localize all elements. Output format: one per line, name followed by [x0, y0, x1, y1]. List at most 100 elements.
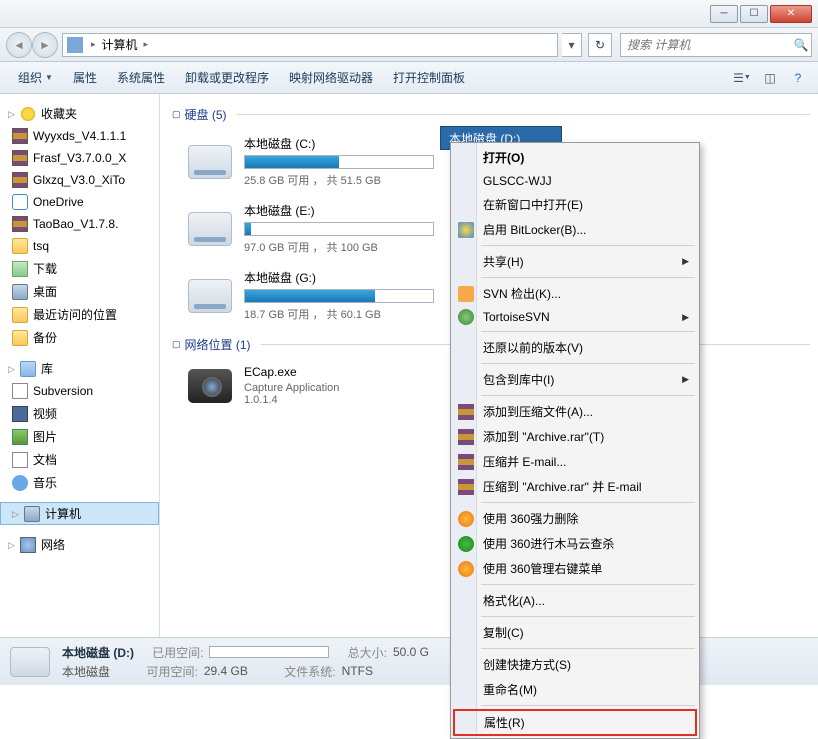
ctx-zip-email[interactable]: 压缩并 E-mail... [453, 449, 697, 474]
archive-icon [12, 172, 28, 188]
tree-item[interactable]: 音乐 [0, 471, 159, 494]
ctx-new-window[interactable]: 在新窗口中打开(E) [453, 192, 697, 217]
ctx-include-library[interactable]: 包含到库中(I)▶ [453, 367, 697, 392]
address-dropdown[interactable]: ▾ [562, 33, 582, 57]
status-total-value: 50.0 G [393, 645, 429, 659]
tree-item[interactable]: 桌面 [0, 280, 159, 303]
tree-computer[interactable]: ▷计算机 [0, 502, 159, 525]
ctx-bitlocker[interactable]: 启用 BitLocker(B)... [453, 217, 697, 242]
minimize-button[interactable]: ─ [710, 5, 738, 23]
tree-favorites[interactable]: ▷收藏夹 [0, 102, 159, 125]
system-properties-button[interactable]: 系统属性 [107, 65, 175, 90]
ctx-svn-checkout[interactable]: SVN 检出(K)... [453, 281, 697, 306]
tree-item[interactable]: 图片 [0, 425, 159, 448]
ctx-add-archive-rar[interactable]: 添加到 "Archive.rar"(T) [453, 424, 697, 449]
drive-title: 本地磁盘 (G:) [244, 269, 434, 286]
tree-item[interactable]: Wyyxds_V4.1.1.1 [0, 125, 159, 147]
tree-item[interactable]: 下载 [0, 257, 159, 280]
navigation-bar: ◄ ► ▸ 计算机 ▸ ▾ ↻ 🔍 [0, 28, 818, 62]
chevron-right-icon[interactable]: ▸ [140, 39, 153, 50]
status-avail-value: 29.4 GB [204, 664, 248, 678]
back-button[interactable]: ◄ [6, 32, 32, 58]
ctx-create-shortcut[interactable]: 创建快捷方式(S) [453, 652, 697, 677]
preview-pane-icon[interactable]: ◫ [758, 66, 782, 90]
map-network-drive-button[interactable]: 映射网络驱动器 [279, 65, 383, 90]
maximize-button[interactable]: ☐ [740, 5, 768, 23]
ctx-properties[interactable]: 属性(R) [453, 709, 697, 736]
tree-item[interactable]: 备份 [0, 326, 159, 349]
search-icon[interactable]: 🔍 [791, 38, 811, 52]
address-bar[interactable]: ▸ 计算机 ▸ [62, 33, 558, 57]
ctx-360-scan[interactable]: 使用 360进行木马云查杀 [453, 531, 697, 556]
status-total-label: 总大小: [348, 644, 387, 661]
close-button[interactable]: ✕ [770, 5, 812, 23]
camera-icon [188, 369, 232, 403]
refresh-button[interactable]: ↻ [588, 33, 612, 57]
archive-icon [458, 429, 474, 445]
item-version: 1.0.1.4 [244, 394, 434, 406]
tree-item[interactable]: 最近访问的位置 [0, 303, 159, 326]
ctx-360-delete[interactable]: 使用 360强力删除 [453, 506, 697, 531]
item-subtitle: Capture Application [244, 382, 434, 394]
usage-bar [244, 155, 434, 169]
tree-item[interactable]: OneDrive [0, 191, 159, 213]
drive-free-text: 25.8 GB 可用 ， 共 51.5 GB [244, 172, 434, 188]
svn-icon [458, 286, 474, 302]
drive-title: 本地磁盘 (C:) [244, 135, 434, 152]
tree-item[interactable]: Frasf_V3.7.0.0_X [0, 147, 159, 169]
properties-button[interactable]: 属性 [63, 65, 107, 90]
status-usage-bar [209, 646, 329, 658]
360-icon [458, 561, 474, 577]
uninstall-button[interactable]: 卸载或更改程序 [175, 65, 279, 90]
drive-icon [188, 145, 232, 179]
recent-icon [12, 307, 28, 323]
search-input[interactable] [621, 38, 791, 52]
ctx-open[interactable]: 打开(O) [453, 145, 697, 170]
status-fs-label: 文件系统: [284, 663, 335, 680]
tortoise-icon [458, 309, 474, 325]
help-icon[interactable]: ? [786, 66, 810, 90]
ctx-glscc[interactable]: GLSCC-WJJ [453, 170, 697, 192]
downloads-icon [12, 261, 28, 277]
computer-icon [67, 37, 83, 53]
tree-item[interactable]: Subversion [0, 380, 159, 402]
star-icon [20, 106, 36, 122]
tree-network[interactable]: ▷网络 [0, 533, 159, 556]
chevron-right-icon[interactable]: ▸ [87, 39, 100, 50]
library-icon [20, 361, 36, 377]
tree-item[interactable]: tsq [0, 235, 159, 257]
ctx-restore-versions[interactable]: 还原以前的版本(V) [453, 335, 697, 360]
usage-bar [244, 222, 434, 236]
tree-item[interactable]: 文档 [0, 448, 159, 471]
360-icon [458, 536, 474, 552]
command-toolbar: 组织▼ 属性 系统属性 卸载或更改程序 映射网络驱动器 打开控制面板 ☰▼ ◫ … [0, 62, 818, 94]
ctx-format[interactable]: 格式化(A)... [453, 588, 697, 613]
breadcrumb-computer[interactable]: 计算机 [100, 36, 140, 53]
view-menu-icon[interactable]: ☰▼ [730, 66, 754, 90]
usage-bar [244, 289, 434, 303]
control-panel-button[interactable]: 打开控制面板 [383, 65, 475, 90]
forward-button[interactable]: ► [32, 32, 58, 58]
folder-icon [12, 238, 28, 254]
archive-icon [12, 128, 28, 144]
shield-icon [458, 222, 474, 238]
ctx-zip-archive-email[interactable]: 压缩到 "Archive.rar" 并 E-mail [453, 474, 697, 499]
ctx-rename[interactable]: 重命名(M) [453, 677, 697, 702]
context-menu: 打开(O) GLSCC-WJJ 在新窗口中打开(E) 启用 BitLocker(… [450, 142, 700, 739]
tree-item[interactable]: 视频 [0, 402, 159, 425]
navigation-tree: ▷收藏夹 Wyyxds_V4.1.1.1 Frasf_V3.7.0.0_X Gl… [0, 94, 160, 637]
tree-item[interactable]: TaoBao_V1.7.8. [0, 213, 159, 235]
search-box[interactable]: 🔍 [620, 33, 812, 57]
ctx-tortoisesvn[interactable]: TortoiseSVN▶ [453, 306, 697, 328]
tree-item[interactable]: Glxzq_V3.0_XiTo [0, 169, 159, 191]
network-icon [20, 537, 36, 553]
ctx-share[interactable]: 共享(H)▶ [453, 249, 697, 274]
ctx-add-archive[interactable]: 添加到压缩文件(A)... [453, 399, 697, 424]
tree-libraries[interactable]: ▷库 [0, 357, 159, 380]
ctx-copy[interactable]: 复制(C) [453, 620, 697, 645]
organize-menu[interactable]: 组织▼ [8, 65, 63, 90]
archive-icon [458, 404, 474, 420]
video-icon [12, 406, 28, 422]
status-title: 本地磁盘 (D:) [62, 644, 134, 661]
ctx-360-manage[interactable]: 使用 360管理右键菜单 [453, 556, 697, 581]
